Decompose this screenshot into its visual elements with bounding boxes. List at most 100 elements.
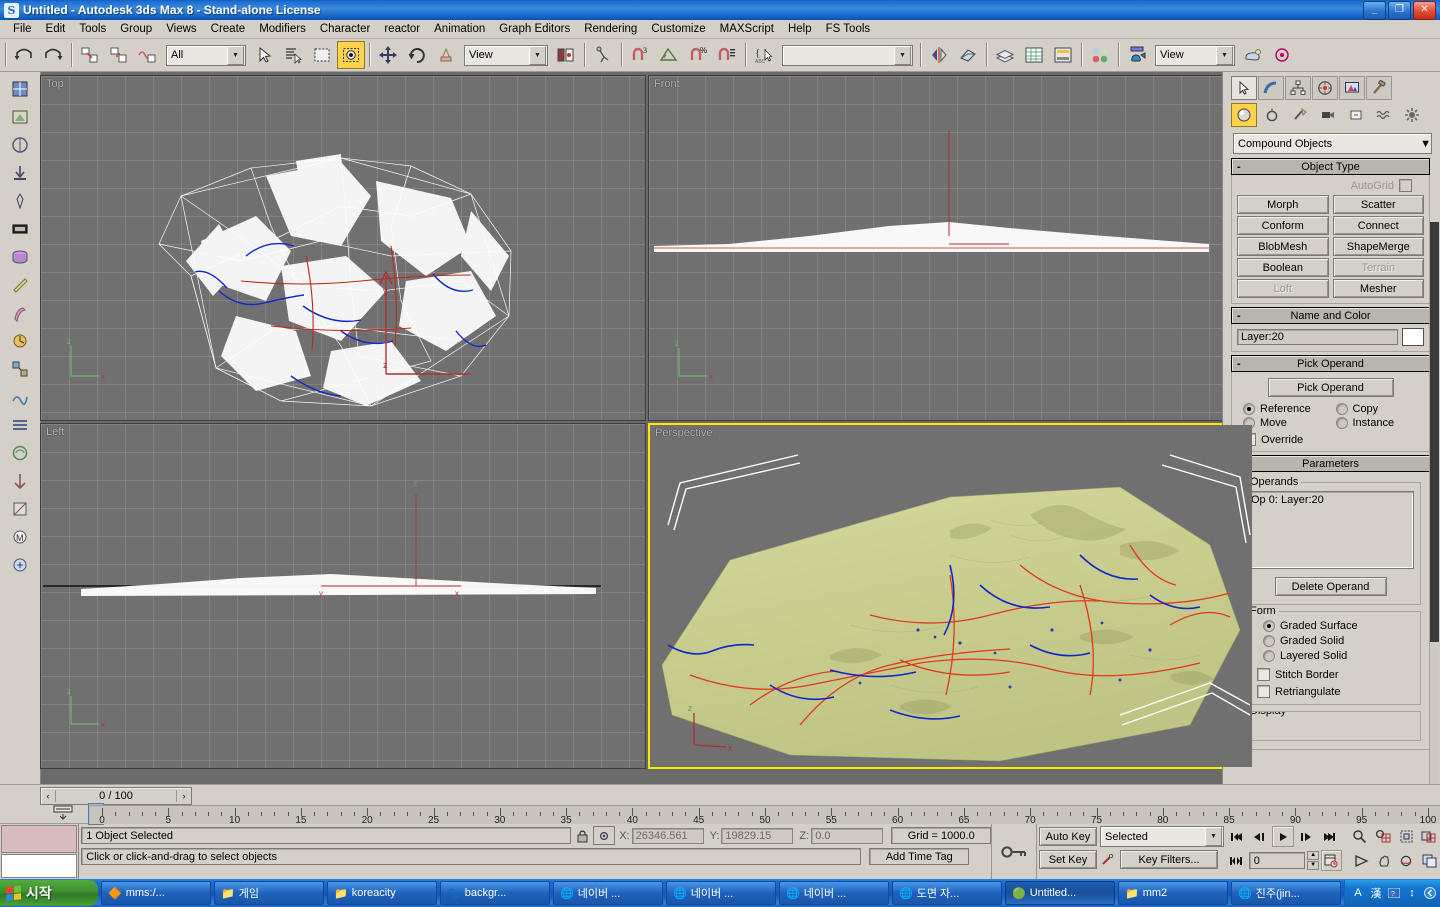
field-of-view-icon[interactable] <box>1351 850 1372 871</box>
align-icon[interactable] <box>954 41 982 69</box>
listener-input-pane[interactable] <box>1 825 78 854</box>
listener-output-pane[interactable] <box>1 854 78 878</box>
task-item-1[interactable]: 📁 게임 <box>214 881 324 905</box>
previous-frame-arrow[interactable]: ‹ <box>41 789 55 803</box>
select-object-icon[interactable] <box>250 41 278 69</box>
task-item-0[interactable]: 🔶 mms:/... <box>101 881 211 905</box>
menu-item-views[interactable]: Views <box>159 22 203 36</box>
task-item-2[interactable]: 📁 koreacity <box>327 881 437 905</box>
modify-tab[interactable] <box>1258 76 1284 100</box>
copy-radio[interactable]: Copy <box>1335 403 1425 415</box>
select-and-move-icon[interactable] <box>374 41 402 69</box>
chevron-down-icon[interactable]: ▼ <box>1216 45 1233 65</box>
key-mode-combo[interactable]: Selected ▼ <box>1100 826 1224 847</box>
override-row[interactable]: Override <box>1237 433 1424 446</box>
task-item-5[interactable]: 🌐 네이버 ... <box>666 881 776 905</box>
play-animation-button[interactable] <box>1272 826 1294 847</box>
open-mini-curve-editor-icon[interactable] <box>52 805 74 821</box>
display-tab[interactable] <box>1339 76 1365 100</box>
goto-start-button[interactable] <box>1226 826 1247 847</box>
zoom-extents-all-icon[interactable] <box>1419 826 1440 847</box>
lock-selection-icon[interactable] <box>571 829 593 843</box>
spinner-down-icon[interactable]: ▼ <box>1307 861 1320 870</box>
operand-list-item[interactable]: Op 0: Layer:20 <box>1251 494 1410 506</box>
fs-tool-icon-1[interactable] <box>7 76 33 102</box>
zoom-icon[interactable] <box>1349 826 1370 847</box>
zoom-extents-icon[interactable] <box>1396 826 1417 847</box>
fs-tool-icon-15[interactable] <box>7 468 33 494</box>
menu-item-modifiers[interactable]: Modifiers <box>252 22 313 36</box>
motion-tab[interactable] <box>1312 76 1338 100</box>
pan-icon[interactable] <box>1374 850 1395 871</box>
time-configuration-icon[interactable] <box>1321 850 1342 871</box>
add-time-tag-button[interactable]: Add Time Tag <box>869 848 970 865</box>
fs-tool-icon-14[interactable] <box>7 440 33 466</box>
task-item-6[interactable]: 🌐 네이버 ... <box>779 881 889 905</box>
reference-radio[interactable]: Reference <box>1243 403 1332 415</box>
bind-space-warp-icon[interactable] <box>134 41 162 69</box>
percent-snap-icon[interactable]: % <box>684 41 712 69</box>
task-item-7[interactable]: 🌐 도면 자... <box>892 881 1002 905</box>
operands-listbox[interactable]: Op 0: Layer:20 <box>1247 491 1414 569</box>
scrollbar-thumb[interactable] <box>1430 222 1439 642</box>
select-by-name-icon[interactable] <box>279 41 307 69</box>
viewport-left[interactable]: Left z y x z x <box>40 423 646 769</box>
menu-item-create[interactable]: Create <box>204 22 253 36</box>
ime-hanja-icon[interactable]: 漢 <box>1369 886 1383 900</box>
fs-tool-icon-9[interactable] <box>7 300 33 326</box>
shapemerge-button[interactable]: ShapeMerge <box>1332 237 1424 256</box>
auto-key-button[interactable]: Auto Key <box>1039 827 1097 846</box>
goto-end-button[interactable] <box>1319 826 1340 847</box>
task-item-9[interactable]: 📁 mm2 <box>1118 881 1228 905</box>
material-editor-icon[interactable] <box>1086 41 1114 69</box>
fs-tool-icon-3[interactable] <box>7 132 33 158</box>
menu-item-graph-editors[interactable]: Graph Editors <box>492 22 577 36</box>
pick-operand-rollout-header[interactable]: - Pick Operand <box>1231 355 1430 372</box>
maximize-button[interactable]: ❐ <box>1388 0 1411 20</box>
fs-tool-icon-4[interactable] <box>7 160 33 186</box>
command-panel-scrollbar[interactable] <box>1429 222 1439 784</box>
instance-radio[interactable]: Instance <box>1335 417 1425 429</box>
menu-item-animation[interactable]: Animation <box>427 22 492 36</box>
graded-solid-radio[interactable]: Graded Solid <box>1247 635 1414 647</box>
stitch-border-checkbox[interactable] <box>1257 668 1270 681</box>
absolute-relative-icon[interactable] <box>593 826 616 845</box>
fs-tool-icon-16[interactable] <box>7 496 33 522</box>
set-key-button[interactable]: Set Key <box>1039 850 1097 869</box>
menu-item-group[interactable]: Group <box>113 22 159 36</box>
space-warps-button[interactable] <box>1371 103 1397 127</box>
viewport-top[interactable]: Top y z z x <box>40 75 646 421</box>
mesher-button[interactable]: Mesher <box>1332 279 1424 298</box>
chevron-down-icon[interactable]: ▼ <box>894 45 911 65</box>
retriangulate-row[interactable]: Retriangulate <box>1247 685 1414 698</box>
key-icon[interactable] <box>1097 853 1117 867</box>
select-and-scale-icon[interactable] <box>432 41 460 69</box>
quick-render-icon[interactable] <box>1239 41 1267 69</box>
next-frame-button[interactable] <box>1296 826 1317 847</box>
utilities-tab[interactable] <box>1366 76 1392 100</box>
chevron-down-icon[interactable]: ▼ <box>1420 138 1431 150</box>
schematic-view-icon[interactable] <box>1049 41 1077 69</box>
timeline-ruler[interactable]: 0 5 10 15 20 25 30 35 40 45 50 55 60 65 70 75 80 85 90 95 10… <box>90 805 1440 826</box>
current-frame-field[interactable]: 0 <box>1248 852 1306 869</box>
start-button[interactable]: 시작 <box>0 880 98 906</box>
fs-tool-icon-6[interactable] <box>7 216 33 242</box>
parameters-rollout-header[interactable]: - Parameters <box>1231 455 1430 472</box>
ime-options-icon[interactable]: ↕ <box>1405 886 1419 900</box>
task-item-8[interactable]: 🟢 Untitled... <box>1005 881 1115 905</box>
x-coordinate-field[interactable]: 26346.561 <box>631 827 704 844</box>
menu-item-character[interactable]: Character <box>313 22 378 36</box>
chevron-down-icon[interactable]: ▼ <box>1205 827 1222 846</box>
use-pivot-point-center-icon[interactable] <box>552 41 580 69</box>
fs-tool-icon-2[interactable] <box>7 104 33 130</box>
helpers-button[interactable] <box>1343 103 1369 127</box>
ref-coord-system-combo[interactable]: View ▼ <box>464 44 548 66</box>
select-link-icon[interactable] <box>76 41 104 69</box>
menu-item-edit[interactable]: Edit <box>39 22 73 36</box>
viewport-perspective[interactable]: Perspective z x <box>648 423 1254 769</box>
time-slider[interactable]: ‹ 0 / 100 › <box>40 787 192 805</box>
fs-tool-icon-8[interactable] <box>7 272 33 298</box>
zoom-all-icon[interactable] <box>1373 826 1394 847</box>
layer-manager-icon[interactable] <box>991 41 1019 69</box>
fs-tool-icon-10[interactable] <box>7 328 33 354</box>
